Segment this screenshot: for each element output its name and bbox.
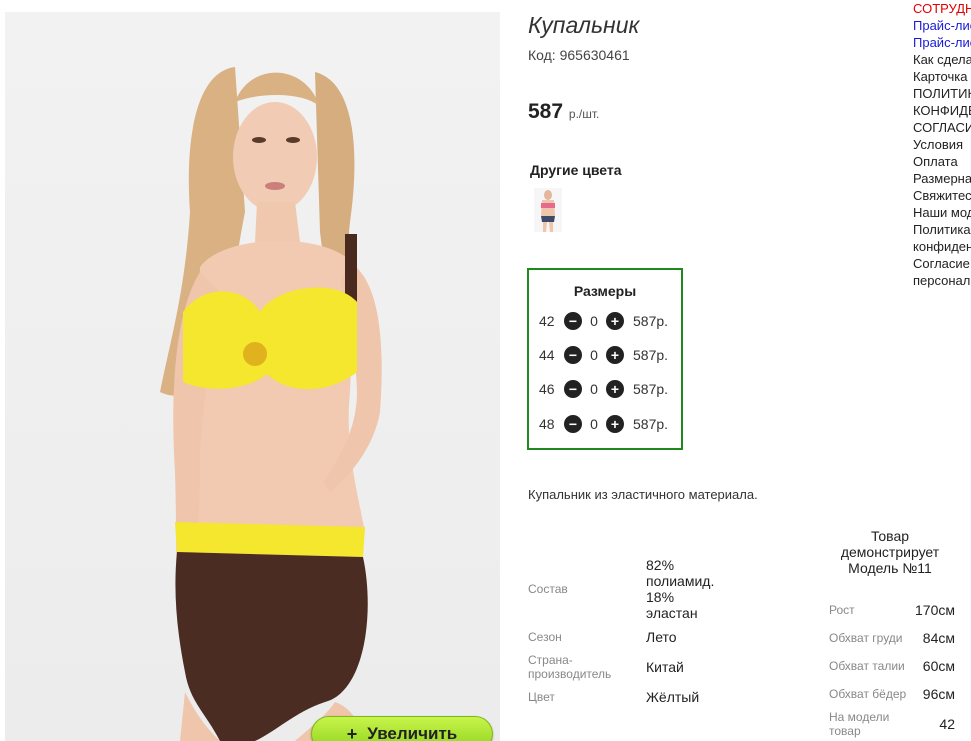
plus-icon[interactable]: + (606, 346, 624, 364)
size-label: 44 (539, 347, 555, 363)
product-price: 587 р./шт. (528, 100, 599, 124)
spec-row: Страна- производитель Китай (528, 652, 684, 682)
minus-icon[interactable]: − (564, 346, 582, 364)
spec-row: Состав 82% полиамид. 18% эластан (528, 556, 714, 622)
sidebar-link[interactable]: Согласие (913, 255, 971, 272)
spec-label: Сезон (528, 630, 562, 644)
model-label: Рост (829, 603, 855, 617)
size-price: 587р. (633, 381, 669, 397)
product-code: Код: 965630461 (528, 47, 630, 63)
price-value: 587 (528, 100, 564, 123)
model-label: На модели товар (829, 710, 890, 738)
size-label: 46 (539, 381, 555, 397)
sidebar-link[interactable]: Как сделать заказ (913, 51, 971, 68)
sidebar-link[interactable]: Прайс-лист (913, 34, 971, 51)
model-row: На модели товар 42 (829, 710, 955, 738)
size-row: 46 − 0 + 587р. (539, 378, 668, 400)
spec-row: Цвет Жёлтый (528, 688, 699, 706)
model-value: 170см (915, 602, 955, 618)
product-title: Купальник (528, 12, 640, 38)
spec-label: Страна- производитель (528, 653, 612, 681)
quantity-value[interactable]: 0 (582, 416, 606, 432)
model-row: Обхват груди 84см (829, 630, 955, 646)
product-photo[interactable]: + Увеличить (5, 12, 500, 741)
product-description: Купальник из эластичного материала. (528, 487, 758, 502)
model-label: Обхват талии (829, 659, 905, 673)
sidebar-link[interactable]: Прайс-лист (913, 17, 971, 34)
model-label: Обхват бёдер (829, 687, 907, 701)
spec-value: 82% полиамид. 18% эластан (646, 557, 715, 621)
minus-icon[interactable]: − (564, 312, 582, 330)
size-price: 587р. (633, 313, 669, 329)
plus-icon[interactable]: + (606, 415, 624, 433)
model-label: Обхват груди (829, 631, 903, 645)
sidebar-link[interactable]: персональных (913, 272, 971, 289)
spec-row: Сезон Лето (528, 628, 677, 646)
model-value: 84см (922, 630, 955, 646)
sidebar-link[interactable]: Условия (913, 136, 971, 153)
model-value: 60см (922, 658, 955, 674)
size-price: 587р. (633, 347, 669, 363)
plus-icon: + (346, 723, 358, 741)
model-value: 96см (922, 686, 955, 702)
spec-label: Цвет (528, 690, 555, 704)
quantity-value[interactable]: 0 (582, 347, 606, 363)
size-row: 48 − 0 + 587р. (539, 413, 668, 435)
minus-icon[interactable]: − (564, 415, 582, 433)
plus-icon[interactable]: + (606, 380, 624, 398)
quantity-value[interactable]: 0 (582, 313, 606, 329)
other-colors-heading: Другие цвета (530, 162, 622, 178)
spec-value: Китай (646, 659, 684, 675)
sidebar-nav: СОТРУДНИЧЕСТВО Прайс-лист Прайс-лист Как… (913, 0, 971, 300)
model-row: Обхват бёдер 96см (829, 686, 955, 702)
sizes-title: Размеры (573, 283, 637, 299)
thumbnail-image (541, 190, 555, 232)
plus-icon[interactable]: + (606, 312, 624, 330)
color-variant-thumbnail[interactable] (534, 188, 562, 232)
sizes-box: Размеры 42 − 0 + 587р. 44 − 0 + 587р. 46… (527, 268, 683, 450)
size-row: 44 − 0 + 587р. (539, 344, 668, 366)
spec-label: Состав (528, 582, 568, 596)
sidebar-link[interactable]: ПОЛИТИКА (913, 85, 971, 102)
size-label: 48 (539, 416, 555, 432)
model-heading: Товар демонстрирует Модель №11 (840, 528, 940, 576)
size-label: 42 (539, 313, 555, 329)
price-unit: р./шт. (568, 107, 600, 121)
sidebar-link[interactable]: Наши модели (913, 204, 971, 221)
sidebar-link[interactable]: СОГЛАСИЕ (913, 119, 971, 136)
sidebar-link[interactable]: СОТРУДНИЧЕСТВО (913, 0, 971, 17)
sidebar-link[interactable]: КОНФИДЕНЦИАЛЬНОСТИ (913, 102, 971, 119)
model-row: Обхват талии 60см (829, 658, 955, 674)
spec-value: Жёлтый (646, 689, 700, 705)
quantity-value[interactable]: 0 (582, 381, 606, 397)
spec-value: Лето (646, 629, 677, 645)
sidebar-link[interactable]: Оплата (913, 153, 971, 170)
minus-icon[interactable]: − (564, 380, 582, 398)
model-photo-illustration (160, 67, 382, 741)
size-row: 42 − 0 + 587р. (539, 310, 668, 332)
sidebar-link[interactable]: Карточка (913, 68, 971, 85)
sidebar-link[interactable]: конфиденциальности (913, 238, 971, 255)
sidebar-link[interactable]: Политика (913, 221, 971, 238)
model-value: 42 (939, 716, 955, 732)
model-row: Рост 170см (829, 602, 955, 618)
sidebar-link[interactable]: Свяжитесь (913, 187, 971, 204)
sidebar-link[interactable]: Размерная (913, 170, 971, 187)
zoom-button[interactable]: + Увеличить (311, 716, 493, 741)
zoom-button-label: Увеличить (367, 724, 458, 741)
size-price: 587р. (633, 416, 669, 432)
